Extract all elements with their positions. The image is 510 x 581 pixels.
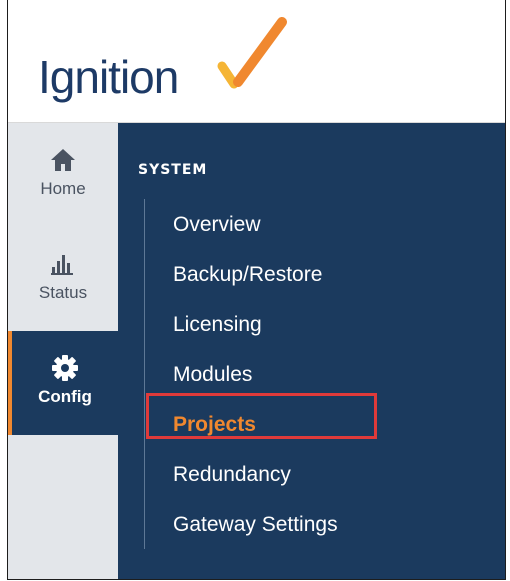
- projects-highlight-box: [146, 393, 377, 439]
- system-menu: Overview Backup/Restore Licensing Module…: [173, 207, 338, 557]
- sidebar-item-label: Home: [40, 179, 86, 198]
- sidebar-item-status[interactable]: Status: [8, 227, 118, 331]
- ignition-logo[interactable]: Ignition: [38, 14, 298, 114]
- menu-item-redundancy[interactable]: Redundancy: [173, 457, 338, 507]
- sidebar: Home Status Config: [8, 123, 118, 579]
- config-menu-panel: SYSTEM Overview Backup/Restore Licensing…: [118, 123, 505, 579]
- bar-chart-icon: [51, 249, 75, 279]
- sidebar-item-label: Status: [38, 283, 88, 302]
- menu-item-backup-restore[interactable]: Backup/Restore: [173, 257, 338, 307]
- header: Ignition: [8, 0, 505, 123]
- logo-checkmark-icon: [217, 17, 287, 89]
- gear-icon: [51, 353, 79, 383]
- menu-divider-line: [144, 199, 145, 549]
- menu-item-overview[interactable]: Overview: [173, 207, 338, 257]
- menu-item-gateway-settings[interactable]: Gateway Settings: [173, 507, 338, 557]
- sidebar-item-home[interactable]: Home: [8, 123, 118, 227]
- app-window: Ignition Home Status Config SYSTEM Overv…: [7, 0, 506, 580]
- sidebar-item-label: Config: [38, 387, 92, 406]
- logo-text: Ignition: [38, 51, 179, 103]
- home-icon: [50, 145, 76, 175]
- section-title: SYSTEM: [138, 162, 208, 178]
- sidebar-item-config[interactable]: Config: [8, 331, 118, 435]
- menu-item-licensing[interactable]: Licensing: [173, 307, 338, 357]
